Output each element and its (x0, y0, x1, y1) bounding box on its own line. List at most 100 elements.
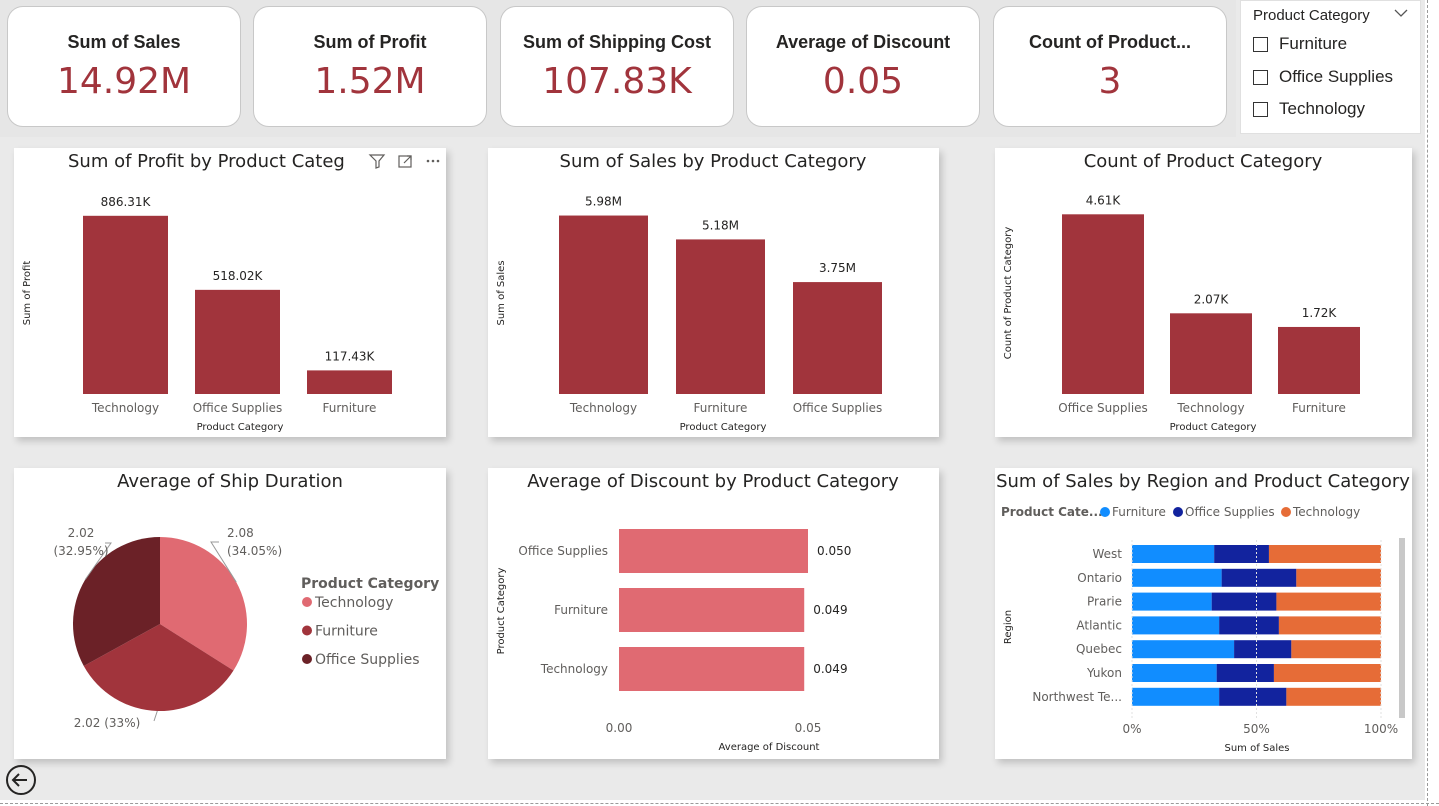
kpi-title: Sum of Profit (313, 32, 427, 52)
bar-segment[interactable] (1132, 545, 1215, 563)
bar-segment[interactable] (1286, 687, 1381, 706)
slicer-option-label: Technology (1279, 99, 1366, 118)
checkbox[interactable] (1253, 36, 1268, 52)
bar[interactable] (1278, 326, 1360, 394)
kpi-card-profit[interactable]: Sum of Profit 1.52M (253, 6, 487, 127)
discount-by-category-chart[interactable]: Average of Discount by Product Category … (488, 468, 939, 759)
bar[interactable] (619, 647, 805, 691)
bar[interactable] (559, 215, 648, 394)
ship-duration-pie-chart[interactable]: Average of Ship Duration 2.08 (34.05%) 2.0… (14, 468, 446, 759)
bar-segment[interactable] (1296, 568, 1381, 587)
data-label: 0.049 (813, 603, 847, 617)
kpi-title: Sum of Sales (67, 32, 181, 52)
slicer-option-label: Furniture (1279, 34, 1348, 53)
bar[interactable] (619, 529, 808, 573)
slicer-option-technology[interactable]: Technology (1253, 99, 1365, 119)
checkbox[interactable] (1253, 101, 1268, 117)
bars-group: 5.98M Technology 5.18M Furniture 3.75M Office… (559, 195, 882, 415)
bar-segment[interactable] (1216, 664, 1274, 682)
x-tick-label: 0% (1122, 722, 1141, 736)
legend-item[interactable]: Technology (314, 595, 393, 611)
bar-segment[interactable] (1234, 640, 1292, 659)
slicer-option-office-supplies[interactable]: Office Supplies (1253, 67, 1393, 87)
chart-title: Count of Product Category (1084, 151, 1323, 172)
pie-value-label: 2.02 (33%) (74, 716, 141, 730)
chart-title: Sum of Sales by Region and Product Categ… (996, 471, 1410, 492)
legend: Technology Furniture Office Supplies (302, 595, 420, 668)
kpi-card-shipping-cost[interactable]: Sum of Shipping Cost 107.83K (500, 6, 734, 127)
x-tick-label: Furniture (1292, 401, 1346, 415)
chart-title: Sum of Sales by Product Category (560, 151, 867, 172)
bar[interactable] (1062, 214, 1144, 394)
stacked-bars-group: West Ontario Prarie Atlantic Quebec Yukon Nort… (1032, 545, 1381, 706)
kpi-card-discount[interactable]: Average of Discount 0.05 (746, 6, 980, 127)
pie-percent-label: (32.95%) (53, 544, 108, 558)
x-tick-label: Office Supplies (1058, 401, 1148, 415)
bar[interactable] (619, 588, 805, 632)
bar[interactable] (83, 215, 168, 394)
bar-segment[interactable] (1273, 664, 1381, 682)
bars-group: 886.31K Technology 518.02K Office Supplies 1… (83, 195, 392, 415)
kpi-card-sales[interactable]: Sum of Sales 14.92M (7, 6, 241, 127)
back-arrow-icon[interactable] (5, 764, 37, 796)
legend-item[interactable]: Office Supplies (315, 652, 420, 668)
y-axis-label: Product Category (496, 568, 507, 655)
bar[interactable] (195, 289, 280, 394)
x-axis-label: Product Category (197, 422, 284, 433)
y-tick-label: Prarie (1087, 595, 1122, 609)
pie-value-label: 2.08 (227, 526, 254, 540)
data-label: 2.07K (1194, 292, 1230, 306)
legend-item[interactable]: Furniture (1112, 505, 1166, 519)
x-tick-label: 50% (1243, 722, 1270, 736)
chevron-down-icon[interactable] (1394, 6, 1408, 24)
slicer-option-furniture[interactable]: Furniture (1253, 34, 1347, 54)
profit-by-category-chart[interactable]: Sum of Profit by Product Categ Sum of Pr… (14, 148, 446, 437)
more-options-icon[interactable] (426, 159, 440, 163)
bar-segment[interactable] (1221, 568, 1297, 587)
bar-segment[interactable] (1219, 687, 1287, 706)
count-by-category-chart[interactable]: Count of Product Category Count of Produ… (995, 148, 1412, 437)
legend-item[interactable]: Technology (1292, 505, 1360, 519)
sales-by-category-chart[interactable]: Sum of Sales by Product Category Sum of … (488, 148, 939, 437)
data-label: 117.43K (325, 349, 376, 363)
bar-segment[interactable] (1276, 592, 1381, 611)
sales-by-region-stacked-chart[interactable]: Sum of Sales by Region and Product Categ… (995, 468, 1412, 759)
x-axis-label: Product Category (1170, 422, 1257, 433)
legend-item[interactable]: Furniture (315, 624, 378, 640)
legend-item[interactable]: Office Supplies (1185, 505, 1275, 519)
slicer-title: Product Category (1253, 7, 1370, 24)
bar[interactable] (307, 370, 392, 394)
bar-segment[interactable] (1268, 545, 1381, 563)
page-edge-right (1427, 0, 1428, 806)
bar-segment[interactable] (1132, 568, 1222, 587)
legend-title: Product Cate... (1001, 505, 1103, 519)
bar-segment[interactable] (1219, 616, 1279, 635)
kpi-value: 0.05 (822, 61, 904, 102)
bar-segment[interactable] (1132, 640, 1235, 659)
x-tick-label: 100% (1364, 722, 1398, 736)
bar[interactable] (1170, 313, 1252, 394)
x-axis-label: Average of Discount (719, 742, 820, 753)
data-label: 5.98M (585, 195, 622, 209)
kpi-title: Sum of Shipping Cost (523, 32, 711, 52)
bar-segment[interactable] (1132, 616, 1220, 635)
y-tick-label: Office Supplies (518, 544, 608, 558)
scrollbar[interactable] (1399, 538, 1405, 718)
y-tick-label: Technology (540, 662, 608, 676)
bar[interactable] (793, 282, 882, 394)
bar-segment[interactable] (1291, 640, 1381, 659)
bar-segment[interactable] (1132, 664, 1217, 682)
y-tick-label: Yukon (1086, 666, 1122, 680)
kpi-card-product-count[interactable]: Count of Product... 3 (993, 6, 1227, 127)
checkbox[interactable] (1253, 69, 1268, 85)
bar-segment[interactable] (1214, 545, 1269, 563)
legend-marker (302, 597, 312, 607)
kpi-title: Count of Product... (1029, 32, 1191, 52)
bar-segment[interactable] (1211, 592, 1277, 611)
legend-marker (302, 625, 312, 636)
bar-segment[interactable] (1278, 616, 1381, 635)
bar[interactable] (676, 239, 765, 394)
bar-segment[interactable] (1132, 687, 1220, 706)
x-tick-label: 0.05 (795, 721, 822, 735)
bar-segment[interactable] (1132, 592, 1212, 611)
